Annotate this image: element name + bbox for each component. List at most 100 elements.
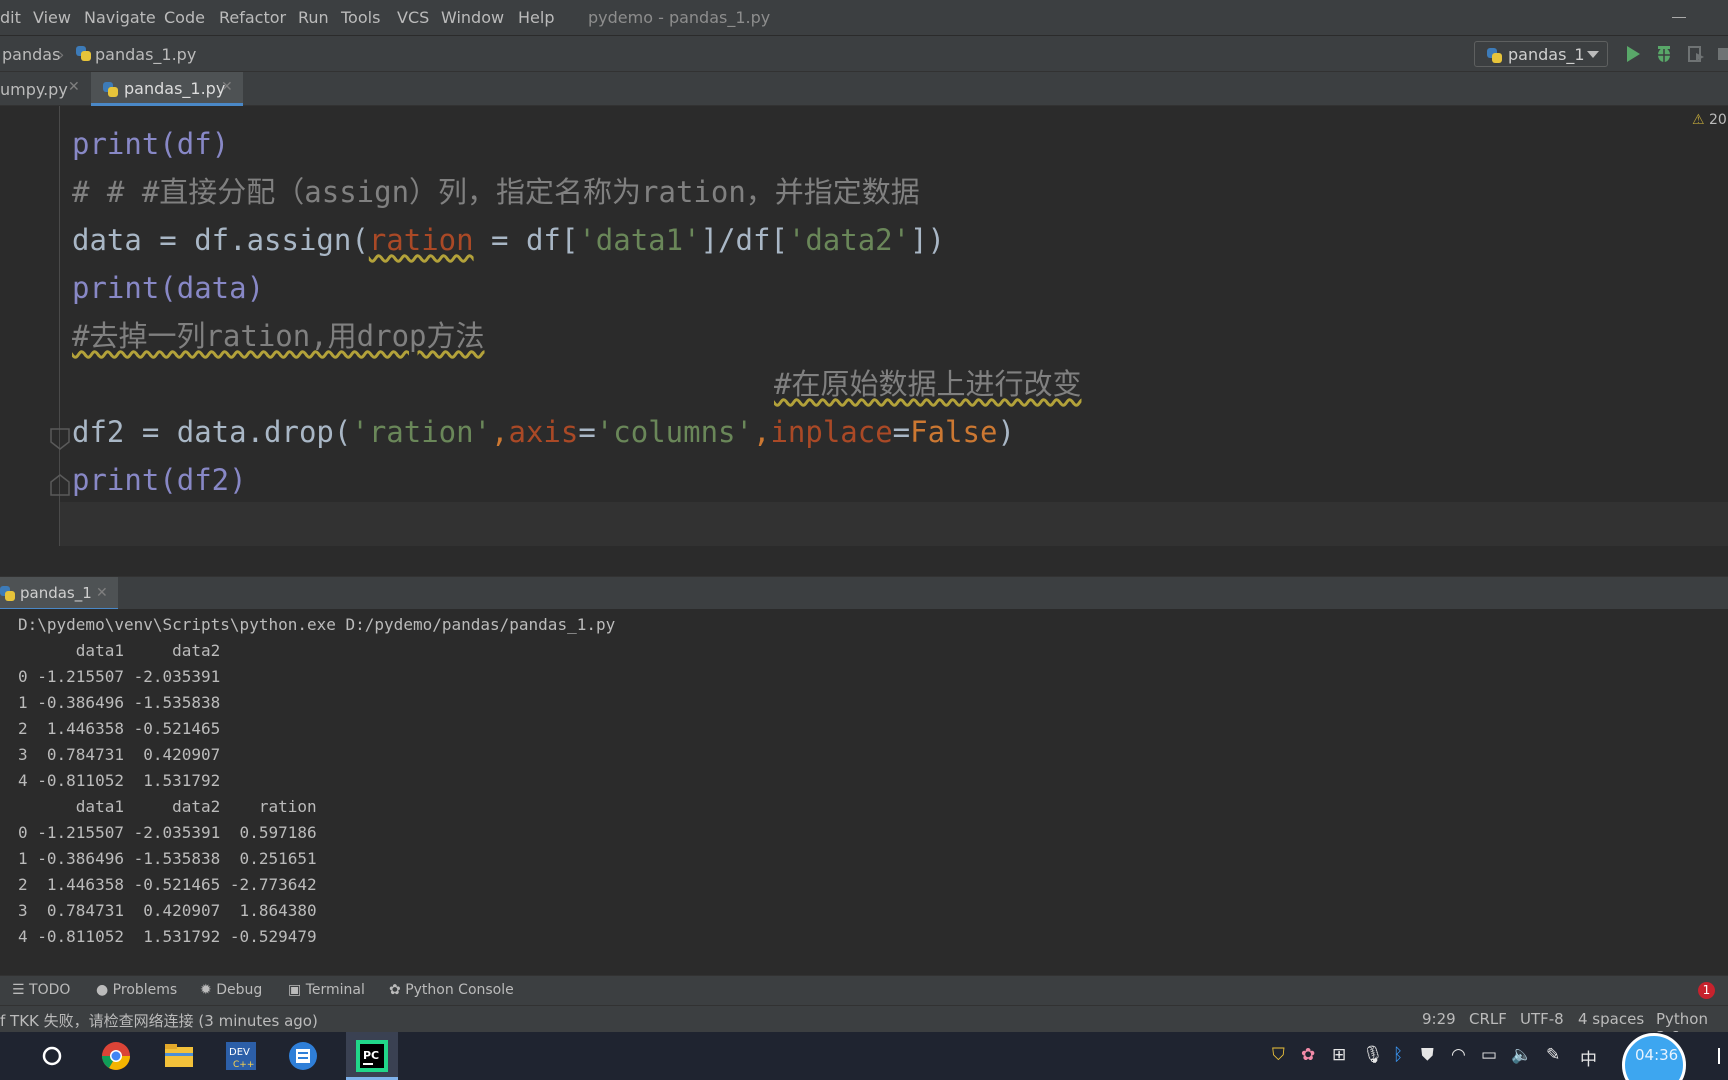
menu-help[interactable]: Help <box>518 8 554 27</box>
tab-numpy[interactable]: umpy.py ✕ <box>0 72 82 106</box>
file-explorer-icon[interactable] <box>161 1038 197 1074</box>
breadcrumb-file[interactable]: pandas_1.py <box>95 45 196 64</box>
pen-icon[interactable]: ✎ <box>1546 1045 1560 1065</box>
code-text: ]) <box>910 223 946 257</box>
floating-clock-widget[interactable]: 04:36 <box>1622 1033 1686 1080</box>
console-line: 3 0.784731 0.420907 <box>18 745 221 764</box>
pycharm-icon: PC <box>356 1040 388 1072</box>
volume-icon[interactable]: 🔈 <box>1511 1045 1532 1065</box>
code-line: data = df.assign(ration = df['data1']/df… <box>72 222 945 258</box>
console-line: 2 1.446358 -0.521465 <box>18 719 221 738</box>
menu-navigate[interactable]: Navigate <box>84 8 156 27</box>
run-configuration-label: pandas_1 <box>1508 45 1585 64</box>
menu-tools[interactable]: Tools <box>341 8 380 27</box>
windows-app-icon[interactable]: ⊞ <box>1332 1045 1346 1065</box>
console-line: 4 -0.811052 1.531792 -0.529479 <box>18 927 317 946</box>
code-text: , <box>491 415 509 449</box>
list-icon: ☰ <box>12 982 25 998</box>
tab-pandas-1[interactable]: pandas_1.py ✕ <box>91 72 243 106</box>
tab-label: Problems <box>112 982 178 998</box>
code-editor[interactable]: ⚠ 20 print(df) # # #直接分配（assign）列，指定名称为r… <box>0 106 1728 546</box>
input-method-label[interactable]: 中 <box>1580 1045 1597 1070</box>
battery-icon[interactable]: ▭ <box>1481 1045 1497 1065</box>
warning-count: 20 <box>1709 112 1727 128</box>
menu-window[interactable]: Window <box>441 8 504 27</box>
indent-setting[interactable]: 4 spaces <box>1578 1010 1644 1028</box>
close-icon[interactable]: ✕ <box>221 79 233 95</box>
warning-indicator[interactable]: ⚠ 20 <box>1692 112 1727 128</box>
minimize-icon[interactable] <box>1672 17 1686 18</box>
menu-edit[interactable]: dit <box>0 8 21 27</box>
pycharm-taskbar-item[interactable]: PC <box>346 1032 398 1080</box>
security-shield-icon[interactable]: ⛉ <box>1272 1045 1285 1065</box>
tab-problems[interactable]: ● Problems <box>96 982 177 998</box>
run-console[interactable]: D:\pydemo\venv\Scripts\python.exe D:/pyd… <box>0 609 1728 975</box>
tab-label: pandas_1.py <box>124 79 226 98</box>
status-message[interactable]: f TKK 失败，请检查网络连接 (3 minutes ago) <box>0 1010 318 1031</box>
tab-label: umpy.py <box>0 80 68 99</box>
cortana-icon[interactable] <box>41 1045 63 1067</box>
dev-cpp-icon[interactable]: DEV C++ <box>223 1038 259 1074</box>
code-line: print(data) <box>72 271 265 305</box>
wifi-icon[interactable]: ◠ <box>1451 1045 1466 1065</box>
tab-label: Python Console <box>405 982 514 998</box>
tab-label: Terminal <box>305 982 365 998</box>
bluetooth-icon[interactable]: ᛒ <box>1393 1045 1403 1065</box>
console-line: 4 -0.811052 1.531792 <box>18 771 221 790</box>
caret-position[interactable]: 9:29 <box>1422 1010 1456 1028</box>
error-badge[interactable]: 1 <box>1698 982 1715 999</box>
menu-code[interactable]: Code <box>164 8 205 27</box>
fold-end-icon[interactable] <box>49 473 71 497</box>
run-icon[interactable] <box>1625 45 1641 63</box>
console-line: 0 -1.215507 -2.035391 <box>18 667 221 686</box>
breadcrumb-project[interactable]: pandas <box>2 45 60 64</box>
coverage-icon[interactable] <box>1687 45 1705 63</box>
tab-todo[interactable]: ☰ TODO <box>12 982 70 998</box>
tab-terminal[interactable]: ▣ Terminal <box>288 982 365 998</box>
code-text: data = df.assign( <box>72 223 369 257</box>
run-configuration-select[interactable]: pandas_1 <box>1474 41 1608 67</box>
flower-app-icon[interactable]: ✿ <box>1301 1045 1315 1065</box>
run-tab-label: pandas_1 <box>20 584 92 602</box>
debug-icon[interactable] <box>1655 44 1673 64</box>
menu-vcs[interactable]: VCS <box>397 8 429 27</box>
menu-view[interactable]: View <box>33 8 71 27</box>
tab-debug[interactable]: ✹ Debug <box>200 982 262 998</box>
code-text: = <box>578 415 596 449</box>
microphone-icon[interactable]: 🎙 <box>1362 1045 1384 1065</box>
chevron-right-icon: › <box>58 45 65 64</box>
code-text: ]/df[ <box>700 223 788 257</box>
console-line: 1 -0.386496 -1.535838 0.251651 <box>18 849 317 868</box>
code-line: print(df) <box>72 127 230 161</box>
status-bar: f TKK 失败，请检查网络连接 (3 minutes ago) 9:29 CR… <box>0 1005 1728 1046</box>
close-icon[interactable]: ✕ <box>68 79 80 95</box>
python-icon <box>0 586 15 601</box>
tool-window-bar: ☰ TODO ● Problems ✹ Debug ▣ Terminal ✿ P… <box>0 975 1728 1005</box>
code-text: = df[ <box>473 223 579 257</box>
line-separator[interactable]: CRLF <box>1469 1010 1507 1028</box>
python-file-icon <box>103 82 118 97</box>
code-text: df2 = data.drop( <box>72 415 352 449</box>
console-line: 1 -0.386496 -1.535838 <box>18 693 221 712</box>
code-line-comment: #去掉一列ration,用drop方法 <box>72 319 485 353</box>
current-line-highlight <box>60 502 1728 546</box>
chrome-icon[interactable] <box>98 1038 134 1074</box>
fold-icon[interactable] <box>49 428 71 452</box>
close-icon[interactable]: ✕ <box>96 585 108 601</box>
svg-text:PC: PC <box>363 1049 379 1062</box>
code-string: 'ration' <box>351 415 492 449</box>
run-tab[interactable]: pandas_1 ✕ <box>0 577 118 610</box>
stop-icon[interactable] <box>1718 46 1728 62</box>
menu-refactor[interactable]: Refactor <box>219 8 286 27</box>
tab-python-console[interactable]: ✿ Python Console <box>389 982 514 998</box>
menu-run[interactable]: Run <box>298 8 329 27</box>
window-title: pydemo - pandas_1.py <box>588 8 771 27</box>
menu-bar: dit View Navigate Code Refactor Run Tool… <box>0 0 1728 36</box>
security-center-icon[interactable]: ⛊ <box>1421 1045 1434 1065</box>
notes-app-icon[interactable] <box>285 1038 321 1074</box>
console-line: 3 0.784731 0.420907 1.864380 <box>18 901 317 920</box>
show-desktop-button[interactable] <box>1718 1048 1720 1064</box>
code-param: axis <box>508 415 579 449</box>
console-line: data1 data2 ration <box>18 797 317 816</box>
file-encoding[interactable]: UTF-8 <box>1520 1010 1564 1028</box>
